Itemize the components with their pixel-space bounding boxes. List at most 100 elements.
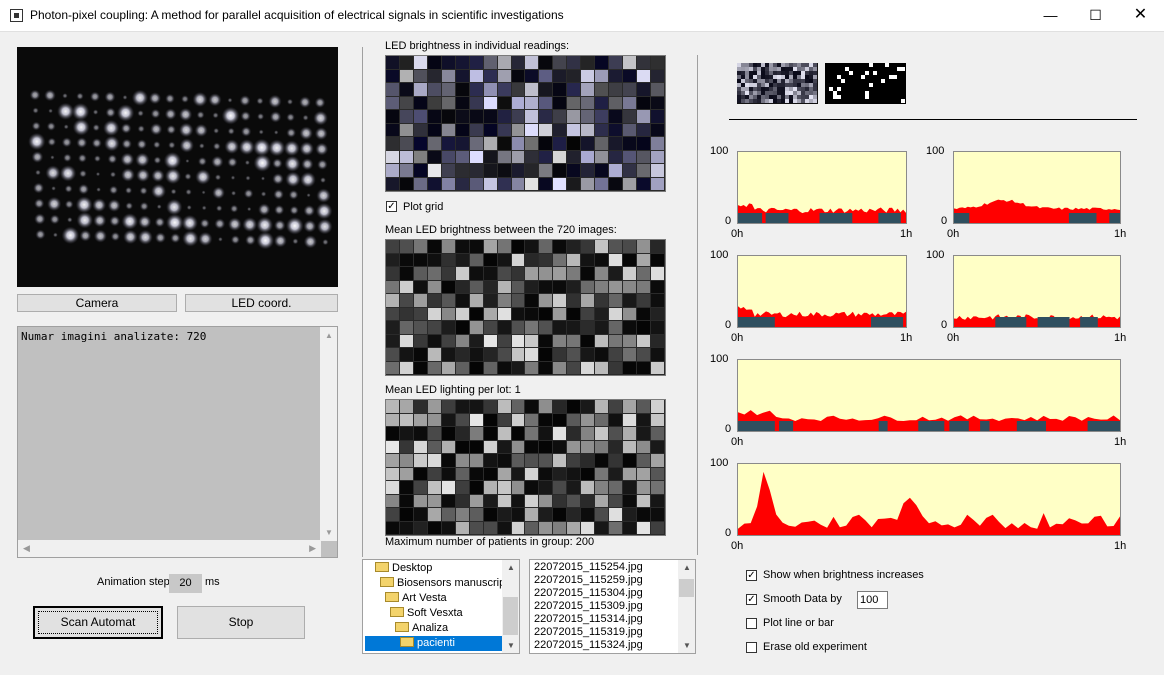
grid-cell bbox=[637, 267, 652, 281]
folder-name: pacienti bbox=[417, 637, 455, 649]
grid-cell bbox=[525, 240, 540, 254]
grid-cell bbox=[595, 96, 610, 110]
grid-cell bbox=[595, 440, 610, 454]
folder-tree[interactable]: Desktop Biosensors manuscript Art Vesta Sof… bbox=[362, 559, 520, 654]
grid-cell bbox=[595, 267, 610, 281]
grid-cell bbox=[539, 294, 554, 308]
plot-bar bbox=[779, 421, 794, 431]
folder-vscroll[interactable]: ▲ ▼ bbox=[502, 560, 519, 653]
log-vscroll[interactable]: ▲ ▼ bbox=[320, 327, 337, 541]
grid-cell bbox=[441, 240, 456, 254]
file-item[interactable]: 22072015_115304.jpg bbox=[534, 587, 643, 600]
file-item[interactable]: 22072015_115319.jpg bbox=[534, 626, 643, 639]
thumbnail-brightness bbox=[737, 63, 818, 104]
grid-cell bbox=[581, 508, 596, 522]
folder-item[interactable]: Analiza bbox=[365, 621, 503, 636]
grid-cell bbox=[511, 521, 526, 535]
plot-grid-checkbox[interactable]: ✓ bbox=[386, 201, 397, 212]
grid-cell bbox=[386, 321, 400, 335]
grid-cell bbox=[497, 150, 512, 164]
grid-cell bbox=[413, 137, 428, 151]
grid-cell bbox=[581, 253, 596, 267]
grid-cell bbox=[595, 361, 610, 375]
folder-scroll-thumb[interactable] bbox=[503, 597, 518, 635]
folder-icon bbox=[380, 577, 394, 587]
grid-cell bbox=[399, 137, 414, 151]
grid-cell bbox=[427, 481, 442, 495]
folder-item[interactable]: Art Vesta bbox=[365, 591, 503, 606]
grid-cell bbox=[399, 427, 414, 441]
scan-automat-button[interactable]: Scan Automat bbox=[33, 606, 163, 639]
grid-cell bbox=[567, 334, 582, 348]
grid-cell bbox=[386, 110, 400, 124]
stop-button[interactable]: Stop bbox=[177, 606, 305, 639]
file-scroll-thumb[interactable] bbox=[679, 579, 694, 597]
grid-cell bbox=[399, 240, 414, 254]
grid-cell bbox=[525, 440, 540, 454]
grid-cell bbox=[553, 177, 568, 191]
grid-cell bbox=[497, 348, 512, 362]
x-max-label: 1h bbox=[1114, 540, 1127, 552]
grid-cell bbox=[469, 427, 484, 441]
grid-cell bbox=[651, 413, 665, 427]
grid-cell bbox=[581, 467, 596, 481]
grid-cell bbox=[469, 267, 484, 281]
grid-cell bbox=[651, 96, 665, 110]
grid-cell bbox=[441, 123, 456, 137]
plot-line-checkbox[interactable] bbox=[746, 618, 757, 629]
grid-cell bbox=[651, 494, 665, 508]
animation-step-input[interactable]: 20 bbox=[169, 574, 202, 593]
maximize-button[interactable]: ☐ bbox=[1073, 0, 1118, 31]
grid-cell bbox=[427, 307, 442, 321]
file-vscroll[interactable]: ▲ ▼ bbox=[678, 560, 695, 653]
grid-cell bbox=[609, 267, 624, 281]
grid-cell bbox=[553, 361, 568, 375]
grid-cell bbox=[511, 56, 526, 70]
grid-cell bbox=[637, 69, 652, 83]
grid-cell bbox=[511, 348, 526, 362]
file-item[interactable]: 22072015_115309.jpg bbox=[534, 600, 643, 613]
grid-cell bbox=[525, 177, 540, 191]
grid-cell bbox=[455, 294, 470, 308]
minimize-button[interactable]: — bbox=[1028, 0, 1073, 31]
folder-item[interactable]: pacienti bbox=[365, 636, 503, 651]
grid-cell bbox=[386, 150, 400, 164]
smooth-checkbox[interactable]: ✓ bbox=[746, 594, 757, 605]
file-item[interactable]: 22072015_115314.jpg bbox=[534, 613, 643, 626]
show-increase-checkbox[interactable]: ✓ bbox=[746, 570, 757, 581]
grid-cell bbox=[525, 454, 540, 468]
log-textarea[interactable]: Numar imagini analizate: 720 ▲ ▼ ◀ ▶ bbox=[17, 326, 338, 558]
grid-cell bbox=[413, 69, 428, 83]
folder-item[interactable]: Soft Vesxta bbox=[365, 606, 503, 621]
file-item[interactable]: 22072015_115254.jpg bbox=[534, 561, 643, 574]
grid-cell bbox=[581, 454, 596, 468]
file-list[interactable]: 22072015_115254.jpg 22072015_115259.jpg 22… bbox=[529, 559, 696, 654]
grid-cell bbox=[623, 334, 638, 348]
folder-item[interactable]: Biosensors manuscript bbox=[365, 576, 508, 591]
grid-cell bbox=[497, 454, 512, 468]
grid-cell bbox=[651, 137, 665, 151]
erase-old-checkbox[interactable] bbox=[746, 642, 757, 653]
close-button[interactable]: ✕ bbox=[1118, 0, 1163, 31]
grid-cell bbox=[469, 150, 484, 164]
grid-cell bbox=[623, 321, 638, 335]
log-hscroll[interactable]: ◀ ▶ bbox=[18, 540, 321, 557]
grid-cell bbox=[497, 253, 512, 267]
file-item[interactable]: 22072015_115324.jpg bbox=[534, 639, 643, 652]
grid-cell bbox=[609, 177, 624, 191]
grid-cell bbox=[637, 110, 652, 124]
grid-cell bbox=[637, 240, 652, 254]
led-coord-button[interactable]: LED coord. bbox=[185, 294, 338, 312]
grid-cell bbox=[469, 123, 484, 137]
folder-name: Biosensors manuscript bbox=[397, 577, 509, 589]
grid-cell bbox=[497, 440, 512, 454]
camera-button[interactable]: Camera bbox=[17, 294, 177, 312]
grid-cell bbox=[637, 494, 652, 508]
folder-item[interactable]: Desktop bbox=[365, 561, 503, 576]
plot-bar bbox=[871, 317, 904, 327]
grid-cell bbox=[553, 334, 568, 348]
file-item[interactable]: 22072015_115259.jpg bbox=[534, 574, 643, 587]
grid-cell bbox=[511, 164, 526, 178]
smooth-value-input[interactable]: 100 bbox=[857, 591, 888, 609]
grid-cell bbox=[483, 56, 498, 70]
